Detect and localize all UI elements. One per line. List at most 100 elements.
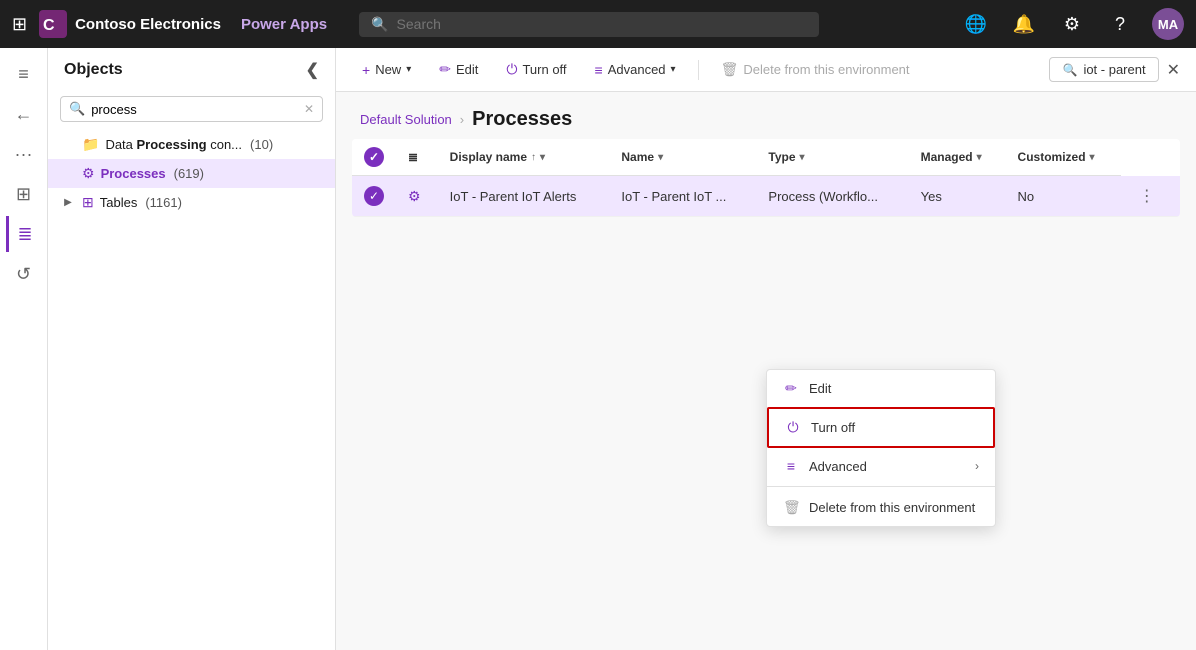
display-name-label: Display name: [450, 150, 527, 164]
search-icon: 🔍: [69, 101, 85, 117]
col-customized[interactable]: Customized ▾: [1006, 139, 1121, 176]
customized-label: Customized: [1018, 150, 1086, 164]
breadcrumb-current: Processes: [472, 108, 572, 131]
table-container: ✓ ≣ Display name ↑ ▾: [336, 139, 1196, 650]
expand-icon: ▶: [60, 195, 76, 211]
toolbar: + New ▾ ✏ Edit ⏻ Turn off ≡ Advanced ▾ 🗑…: [336, 48, 1196, 92]
chevron-down-icon: ▾: [671, 64, 676, 75]
company-logo: C Contoso Electronics: [39, 10, 221, 38]
sidebar-item-data-processing[interactable]: 📁 Data Processing con... (10): [48, 130, 335, 159]
context-menu-turn-off[interactable]: ⏻ Turn off: [767, 407, 995, 448]
select-all-checkbox[interactable]: ✓: [364, 147, 384, 167]
breadcrumb-parent[interactable]: Default Solution: [360, 112, 452, 127]
item-count: (619): [174, 166, 204, 181]
sidebar-history-icon[interactable]: ↺: [6, 256, 42, 292]
sidebar-item-tables[interactable]: ▶ ⊞ Tables (1161): [48, 188, 335, 217]
new-label: New: [375, 62, 401, 77]
context-menu-edit[interactable]: ✏ Edit: [767, 370, 995, 407]
turn-off-label: Turn off: [522, 62, 566, 77]
managed-sort-icon[interactable]: ▾: [977, 152, 982, 163]
avatar[interactable]: MA: [1152, 8, 1184, 40]
global-search[interactable]: 🔍: [359, 12, 819, 37]
search-value: iot - parent: [1083, 62, 1145, 77]
objects-search-box[interactable]: 🔍 ✕: [60, 96, 323, 122]
settings-icon[interactable]: ⚙: [1056, 8, 1088, 40]
table-icon: ⊞: [82, 194, 94, 211]
advanced-label: Advanced: [809, 459, 867, 474]
delete-label: Delete from this environment: [809, 500, 975, 515]
context-menu: ✏ Edit ⏻ Turn off ≡ Advanced › 🗑 Delete …: [766, 369, 996, 527]
sort-asc-icon: ↑: [531, 152, 536, 163]
managed-label: Managed: [921, 150, 973, 164]
row-check-col[interactable]: ✓: [352, 176, 396, 217]
trash-icon: 🗑: [783, 499, 799, 516]
type-sort-icon[interactable]: ▾: [800, 152, 805, 163]
row-actions-col[interactable]: ⋮: [1121, 176, 1180, 217]
row-context-menu-trigger[interactable]: ⋮: [1133, 186, 1161, 207]
advanced-button[interactable]: ≡ Advanced ▾: [585, 57, 686, 83]
row-checkbox[interactable]: ✓: [364, 186, 384, 206]
plus-icon: +: [362, 62, 370, 78]
apps-grid-icon[interactable]: ⊞: [12, 14, 27, 35]
row-type: Process (Workflo...: [756, 176, 908, 217]
clear-search-icon[interactable]: ✕: [304, 102, 314, 116]
customized-value: No: [1018, 189, 1035, 204]
sidebar-apps-icon[interactable]: ⊞: [6, 176, 42, 212]
sidebar-menu-icon[interactable]: ≡: [6, 56, 42, 92]
row-managed: Yes: [909, 176, 1006, 217]
process-icon: ⚙: [82, 165, 95, 182]
objects-search-input[interactable]: [91, 102, 298, 117]
edit-label: Edit: [809, 381, 831, 396]
name-sort-icon[interactable]: ▾: [658, 152, 663, 163]
row-name: IoT - Parent IoT ...: [609, 176, 756, 217]
delete-button[interactable]: 🗑 Delete from this environment: [711, 56, 920, 83]
search-input[interactable]: [397, 16, 808, 32]
managed-value: Yes: [921, 189, 942, 204]
col-display-name[interactable]: Display name ↑ ▾: [438, 139, 610, 176]
inline-search[interactable]: 🔍 iot - parent: [1049, 57, 1158, 82]
context-menu-delete[interactable]: 🗑 Delete from this environment: [767, 489, 995, 526]
turn-off-label: Turn off: [811, 420, 855, 435]
toolbar-divider: [698, 60, 699, 80]
context-menu-advanced[interactable]: ≡ Advanced ›: [767, 448, 995, 484]
col-managed[interactable]: Managed ▾: [909, 139, 1006, 176]
objects-header-actions: ❮: [306, 60, 319, 80]
sidebar-more-icon[interactable]: ···: [6, 136, 42, 172]
notifications-icon[interactable]: 🔔: [1008, 8, 1040, 40]
top-navigation: ⊞ C Contoso Electronics Power Apps 🔍 🌐 🔔…: [0, 0, 1196, 48]
dropdown-chevron-icon: ▾: [406, 64, 411, 75]
sort-chevron-icon[interactable]: ▾: [540, 152, 545, 163]
help-icon[interactable]: ?: [1104, 8, 1136, 40]
main-content: + New ▾ ✏ Edit ⏻ Turn off ≡ Advanced ▾ 🗑…: [336, 48, 1196, 650]
app-name: Power Apps: [241, 16, 327, 33]
edit-button[interactable]: ✏ Edit: [429, 56, 488, 83]
table-row[interactable]: ✓ ⚙ IoT - Parent IoT Alerts IoT - Parent…: [352, 176, 1180, 217]
trash-icon: 🗑: [721, 61, 739, 78]
new-button[interactable]: + New ▾: [352, 57, 421, 83]
col-view: ≣: [396, 139, 438, 176]
objects-title: Objects: [64, 61, 123, 79]
sidebar-list-icon[interactable]: ≣: [6, 216, 42, 252]
search-icon: 🔍: [371, 16, 388, 33]
customized-sort-icon[interactable]: ▾: [1090, 152, 1095, 163]
col-name[interactable]: Name ▾: [609, 139, 756, 176]
col-type[interactable]: Type ▾: [756, 139, 908, 176]
sidebar-back-icon[interactable]: ←: [6, 96, 42, 132]
submenu-chevron-icon: ›: [975, 459, 979, 473]
nav-item-label: Processes: [101, 166, 166, 181]
sidebar-item-processes[interactable]: ⚙ Processes (619): [48, 159, 335, 188]
display-name-value: IoT - Parent IoT Alerts: [450, 189, 577, 204]
type-value: Process (Workflo...: [768, 189, 878, 204]
close-search-icon[interactable]: ✕: [1167, 60, 1180, 80]
select-all-col[interactable]: ✓: [352, 139, 396, 176]
company-name: Contoso Electronics: [75, 16, 221, 33]
power-icon: ⏻: [785, 419, 801, 436]
turn-off-button[interactable]: ⏻ Turn off: [496, 56, 576, 83]
row-customized: No: [1006, 176, 1121, 217]
list-view-icon[interactable]: ≣: [408, 150, 418, 164]
row-display-name: IoT - Parent IoT Alerts: [438, 176, 610, 217]
logo-icon: C: [39, 10, 67, 38]
edit-icon: ✏: [783, 380, 799, 397]
collapse-icon[interactable]: ❮: [306, 60, 319, 80]
environment-icon[interactable]: 🌐: [960, 8, 992, 40]
